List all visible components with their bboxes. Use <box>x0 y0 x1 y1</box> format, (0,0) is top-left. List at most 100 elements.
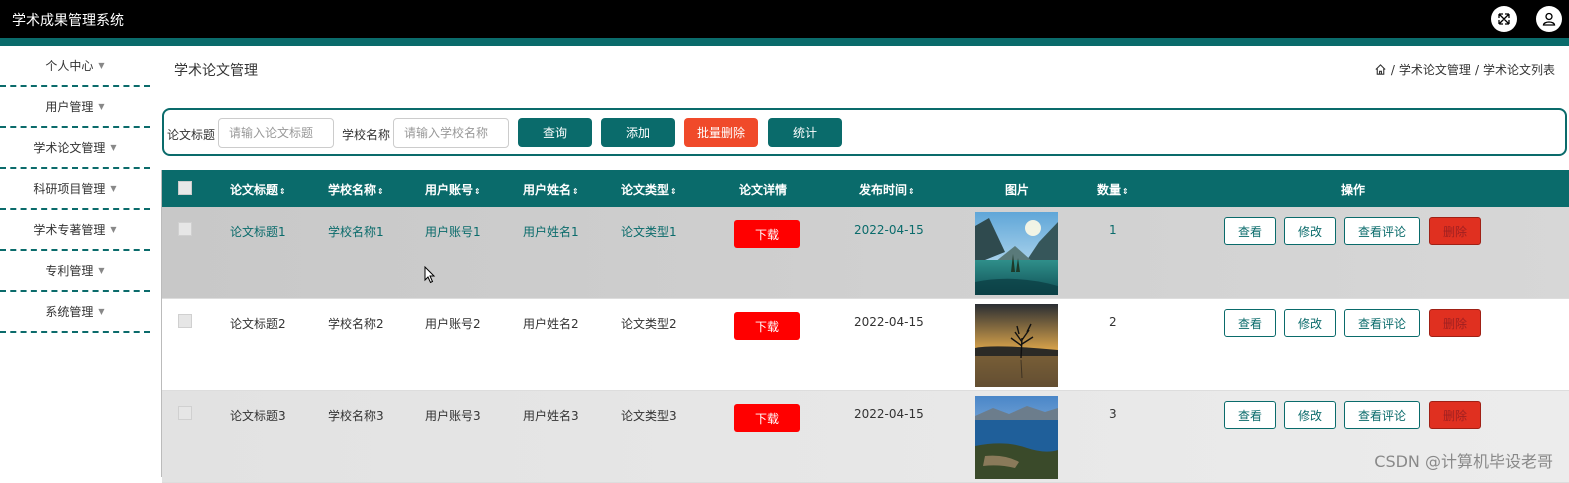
sidebar-item-label: 个人中心 <box>45 59 94 73</box>
sidebar-item-personal-center[interactable]: 个人中心 ▼ <box>0 46 150 87</box>
cell-date[interactable]: 2022-04-15 <box>854 407 924 421</box>
sidebar-item-project-management[interactable]: 科研项目管理 ▼ <box>0 169 150 210</box>
header-image: 图片 <box>1005 183 1030 197</box>
school-search-input[interactable] <box>393 118 509 148</box>
cell-type[interactable]: 论文类型1 <box>621 223 677 240</box>
view-button[interactable]: 查看 <box>1224 217 1276 245</box>
view-comments-button[interactable]: 查看评论 <box>1344 217 1420 245</box>
cell-school[interactable]: 学校名称1 <box>328 223 384 240</box>
breadcrumb-item-paper-list: 学术论文列表 <box>1482 63 1555 77</box>
delete-button[interactable]: 删除 <box>1429 217 1481 245</box>
view-button[interactable]: 查看 <box>1224 401 1276 429</box>
row-checkbox[interactable] <box>178 222 192 236</box>
cell-date[interactable]: 2022-04-15 <box>854 315 924 329</box>
paper-thumbnail[interactable] <box>975 212 1058 295</box>
view-comments-button[interactable]: 查看评论 <box>1344 401 1420 429</box>
view-comments-button[interactable]: 查看评论 <box>1344 309 1420 337</box>
user-icon <box>1542 12 1556 26</box>
breadcrumb-separator: / <box>1474 62 1479 77</box>
add-button[interactable]: 添加 <box>601 118 675 147</box>
table-row: 论文标题1 学校名称1 用户账号1 用户姓名1 论文类型1 下载 2022-04… <box>162 207 1569 299</box>
accent-strip <box>0 38 1569 46</box>
sidebar-item-user-management[interactable]: 用户管理 ▼ <box>0 87 150 128</box>
download-button[interactable]: 下载 <box>734 312 800 340</box>
cell-school[interactable]: 学校名称3 <box>328 407 384 424</box>
fullscreen-button[interactable] <box>1491 6 1517 32</box>
cell-title[interactable]: 论文标题2 <box>230 315 286 332</box>
header-type[interactable]: 论文类型⇕ <box>621 181 677 198</box>
caret-down-icon: ▼ <box>110 143 117 152</box>
sidebar-item-patent-management[interactable]: 专利管理 ▼ <box>0 251 150 292</box>
cell-title[interactable]: 论文标题1 <box>230 223 286 240</box>
batch-delete-button[interactable]: 批量删除 <box>684 118 758 147</box>
coastal-lake-image <box>975 396 1058 479</box>
caret-down-icon: ▼ <box>98 102 105 111</box>
app-title: 学术成果管理系统 <box>12 13 124 29</box>
page-title: 学术论文管理 <box>174 63 258 79</box>
header-name[interactable]: 用户姓名⇕ <box>523 181 579 198</box>
header-date[interactable]: 发布时间⇕ <box>859 181 915 198</box>
cell-count: 3 <box>1109 407 1117 421</box>
mouse-cursor-icon <box>424 266 436 284</box>
header-operations: 操作 <box>1341 183 1366 197</box>
home-icon[interactable] <box>1374 63 1387 76</box>
school-filter-label: 学校名称 <box>342 128 391 142</box>
delete-button[interactable]: 删除 <box>1429 401 1481 429</box>
cell-account[interactable]: 用户账号1 <box>425 223 481 240</box>
cell-title[interactable]: 论文标题3 <box>230 407 286 424</box>
paper-thumbnail[interactable] <box>975 396 1058 479</box>
edit-button[interactable]: 修改 <box>1284 401 1336 429</box>
top-bar: 学术成果管理系统 <box>0 0 1569 38</box>
header-school[interactable]: 学校名称⇕ <box>328 181 384 198</box>
sidebar-item-label: 科研项目管理 <box>33 182 106 196</box>
cell-name[interactable]: 用户姓名1 <box>523 223 579 240</box>
cell-account[interactable]: 用户账号2 <box>425 315 481 332</box>
breadcrumb-separator: / <box>1390 62 1395 77</box>
table-header: 论文标题⇕ 学校名称⇕ 用户账号⇕ 用户姓名⇕ 论文类型⇕ 论文详情 发布时间⇕… <box>162 170 1569 207</box>
header-count[interactable]: 数量⇕ <box>1097 181 1129 198</box>
cell-type[interactable]: 论文类型2 <box>621 315 677 332</box>
header-account[interactable]: 用户账号⇕ <box>425 181 481 198</box>
watermark: CSDN @计算机毕设老哥 <box>1374 452 1553 471</box>
sidebar-item-monograph-management[interactable]: 学术专著管理 ▼ <box>0 210 150 251</box>
breadcrumb-item-paper-management[interactable]: 学术论文管理 <box>1399 61 1471 78</box>
table-row: 论文标题2 学校名称2 用户账号2 用户姓名2 论文类型2 下载 2022-04… <box>162 299 1569 391</box>
sort-icon: ⇕ <box>670 187 677 196</box>
download-button[interactable]: 下载 <box>734 220 800 248</box>
cell-type[interactable]: 论文类型3 <box>621 407 677 424</box>
user-avatar-button[interactable] <box>1536 6 1562 32</box>
header-detail: 论文详情 <box>739 183 788 197</box>
cell-name[interactable]: 用户姓名2 <box>523 315 579 332</box>
breadcrumb: / 学术论文管理 / 学术论文列表 <box>1374 61 1555 78</box>
row-checkbox[interactable] <box>178 406 192 420</box>
row-checkbox[interactable] <box>178 314 192 328</box>
view-button[interactable]: 查看 <box>1224 309 1276 337</box>
sort-icon: ⇕ <box>377 187 384 196</box>
cell-date[interactable]: 2022-04-15 <box>854 223 924 237</box>
cell-school[interactable]: 学校名称2 <box>328 315 384 332</box>
edit-button[interactable]: 修改 <box>1284 217 1336 245</box>
caret-down-icon: ▼ <box>110 225 117 234</box>
paper-table: 论文标题⇕ 学校名称⇕ 用户账号⇕ 用户姓名⇕ 论文类型⇕ 论文详情 发布时间⇕… <box>162 170 1569 483</box>
statistics-button[interactable]: 统计 <box>768 118 842 147</box>
sort-icon: ⇕ <box>279 187 286 196</box>
sort-icon: ⇕ <box>908 187 915 196</box>
cell-count: 1 <box>1109 223 1117 237</box>
paper-thumbnail[interactable] <box>975 304 1058 387</box>
sort-icon: ⇕ <box>474 187 481 196</box>
title-search-input[interactable] <box>218 118 334 148</box>
cell-name[interactable]: 用户姓名3 <box>523 407 579 424</box>
caret-down-icon: ▼ <box>98 307 105 316</box>
download-button[interactable]: 下载 <box>734 404 800 432</box>
sidebar: 个人中心 ▼ 用户管理 ▼ 学术论文管理 ▼ 科研项目管理 ▼ 学术专著管理 ▼… <box>0 46 150 333</box>
header-title[interactable]: 论文标题⇕ <box>230 181 286 198</box>
sidebar-item-system-management[interactable]: 系统管理 ▼ <box>0 292 150 333</box>
cell-account[interactable]: 用户账号3 <box>425 407 481 424</box>
sidebar-item-label: 用户管理 <box>45 100 94 114</box>
select-all-checkbox[interactable] <box>178 181 192 195</box>
sidebar-item-paper-management[interactable]: 学术论文管理 ▼ <box>0 128 150 169</box>
edit-button[interactable]: 修改 <box>1284 309 1336 337</box>
lake-mountain-image <box>975 212 1058 295</box>
delete-button[interactable]: 删除 <box>1429 309 1481 337</box>
query-button[interactable]: 查询 <box>518 118 592 147</box>
